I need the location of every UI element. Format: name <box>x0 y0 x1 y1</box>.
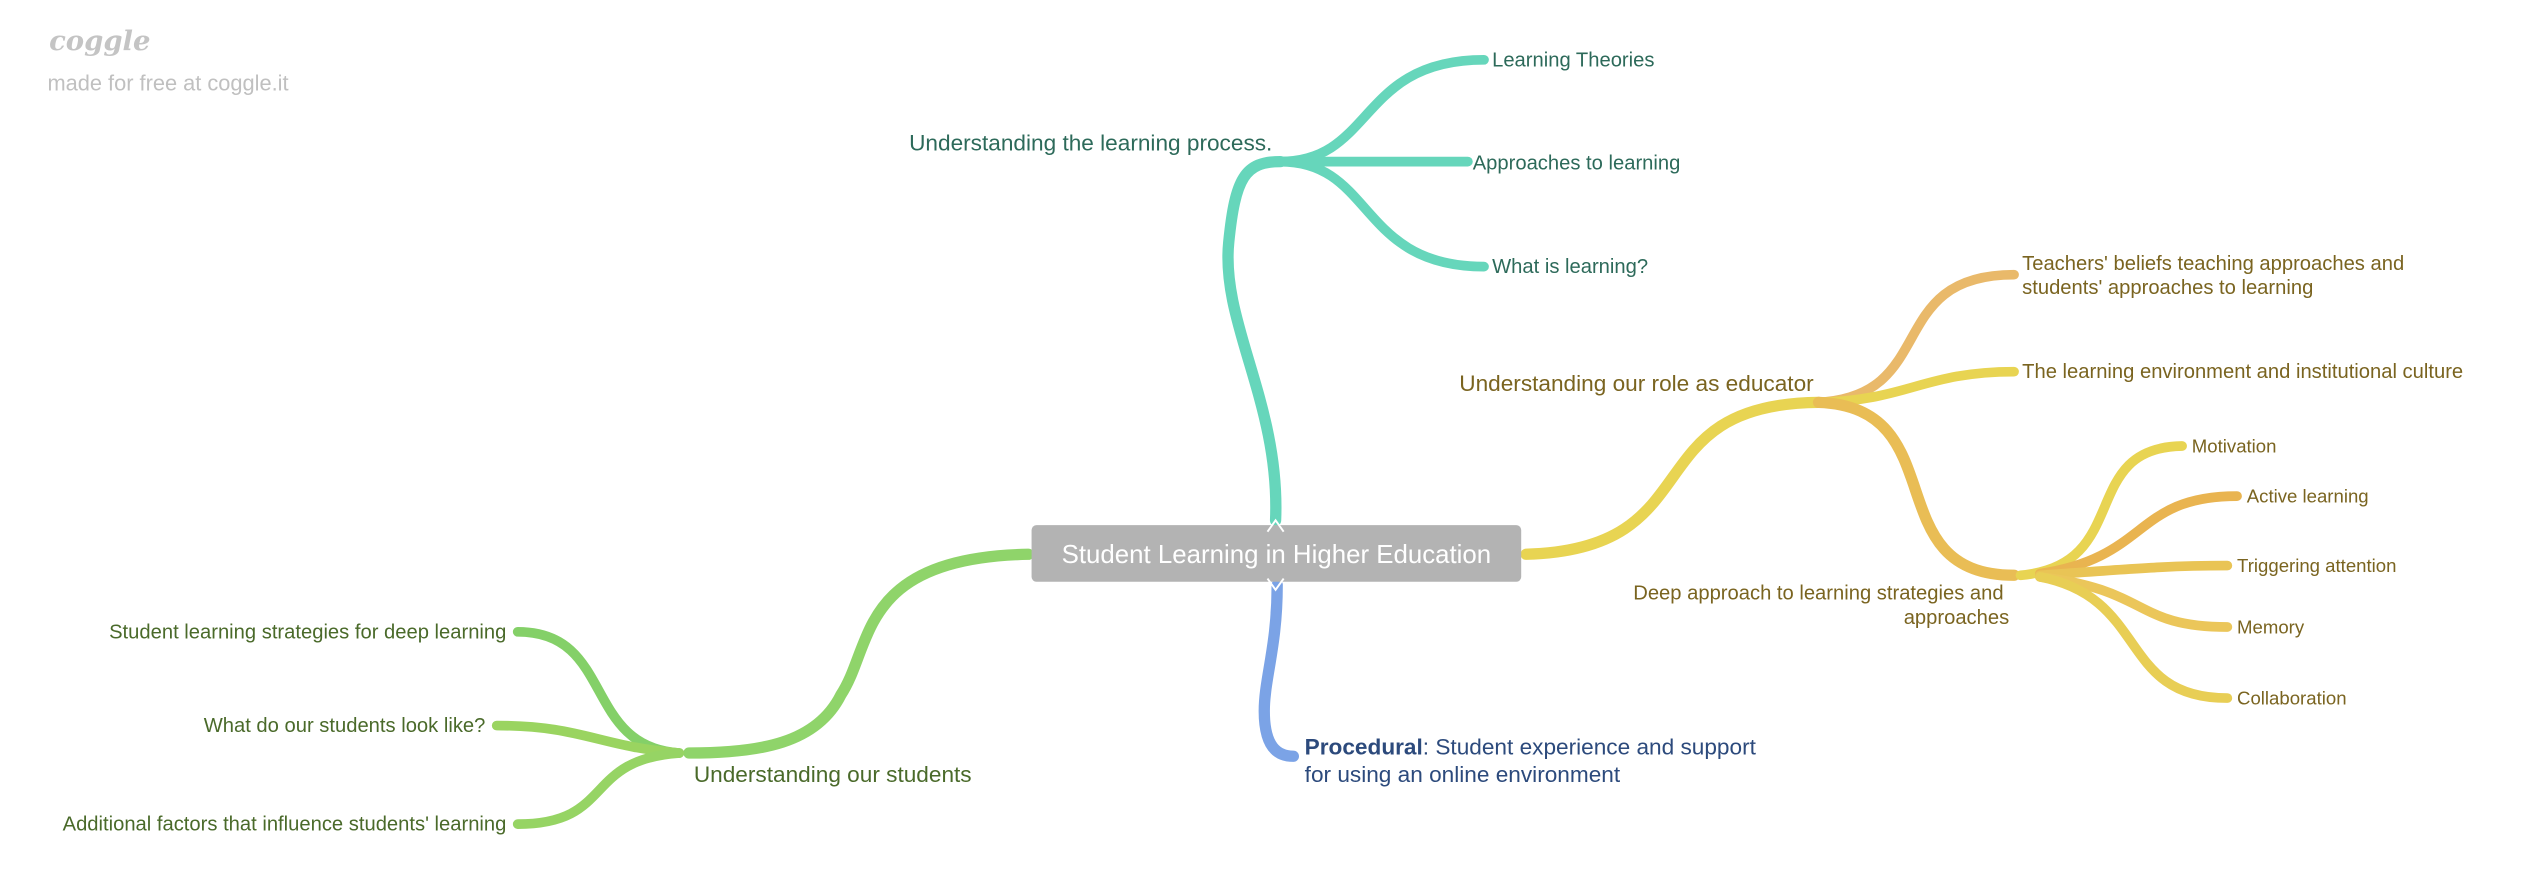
branch-line <box>491 720 685 758</box>
branch-line <box>683 548 1034 759</box>
node-understanding-our-students[interactable]: Understanding our students <box>694 762 972 787</box>
node-teachers-beliefs[interactable]: Teachers' beliefs teaching approaches an… <box>2022 253 2410 299</box>
made-with-coggle-link[interactable]: made for free at coggle.it <box>47 70 288 95</box>
branch-line <box>2035 572 2233 703</box>
branch-line <box>1812 396 2020 581</box>
mind-map-canvas[interactable]: coggle made for free at coggle.it Unders… <box>0 0 2535 892</box>
node-learning-theories[interactable]: Learning Theories <box>1492 49 1654 71</box>
node-understanding-role-educator[interactable]: Understanding our role as educator <box>1459 371 1814 396</box>
center-node-label: Student Learning in Higher Education <box>1062 541 1492 569</box>
node-motivation[interactable]: Motivation <box>2192 435 2277 456</box>
branch-educator <box>1520 269 2242 703</box>
node-triggering-attention[interactable]: Triggering attention <box>2237 555 2396 576</box>
node-understanding-learning-process[interactable]: Understanding the learning process. <box>909 130 1272 155</box>
node-approaches-to-learning[interactable]: Approaches to learning <box>1473 153 1681 175</box>
branch-line <box>512 748 685 829</box>
branch-line <box>1222 155 1287 526</box>
node-student-learning-strategies[interactable]: Student learning strategies for deep lea… <box>109 621 506 643</box>
node-collaboration[interactable]: Collaboration <box>2237 688 2346 709</box>
node-memory[interactable]: Memory <box>2237 616 2305 637</box>
branch-line <box>1520 396 1825 560</box>
node-procedural[interactable]: Procedural: Student experience and suppo… <box>1305 735 1763 787</box>
center-node[interactable]: Student Learning in Higher Education <box>1031 518 1522 592</box>
branch-line <box>1275 156 1489 272</box>
branch-line <box>1813 366 2019 408</box>
node-learning-environment[interactable]: The learning environment and institution… <box>2022 361 2463 383</box>
branch-learning-process <box>1222 54 1489 526</box>
node-what-students-look-like[interactable]: What do our students look like? <box>204 715 486 737</box>
node-additional-factors[interactable]: Additional factors that influence studen… <box>63 814 507 836</box>
node-active-learning[interactable]: Active learning <box>2247 486 2369 507</box>
node-deep-approach[interactable]: Deep approach to learning strategies and… <box>1633 583 2009 629</box>
branch-procedural-line <box>1258 579 1300 762</box>
coggle-logo[interactable]: coggle <box>49 25 150 57</box>
branch-line <box>1275 54 1489 167</box>
node-what-is-learning[interactable]: What is learning? <box>1492 256 1648 278</box>
